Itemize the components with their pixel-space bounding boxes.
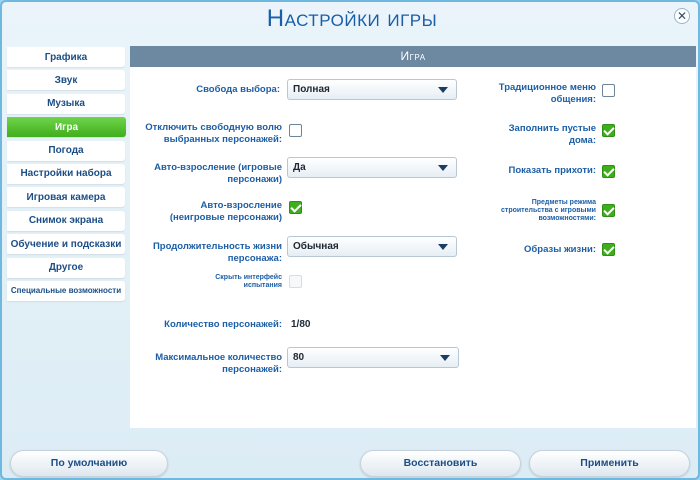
chevron-down-icon	[438, 244, 448, 250]
sidebar-item-music[interactable]: Музыка	[7, 93, 125, 114]
window-title: Настройки игры	[266, 5, 438, 32]
auto-aging-played-label: Авто-взросление (игровые персонажи)	[154, 162, 282, 185]
disable-free-will-label: Отключить свободную волю выбранных персо…	[145, 122, 282, 145]
sidebar-item-camera[interactable]: Игровая камера	[7, 187, 125, 208]
traditional-menu-label: Традиционное меню общения:	[498, 82, 596, 105]
sidebar-item-sound[interactable]: Звук	[7, 70, 125, 91]
default-button[interactable]: По умолчанию	[10, 450, 168, 477]
lifestyles-label: Образы жизни:	[524, 244, 596, 255]
traditional-menu-checkbox[interactable]	[602, 84, 615, 97]
sidebar-item-screenshot[interactable]: Снимок экрана	[7, 210, 125, 231]
apply-button[interactable]: Применить	[529, 450, 690, 477]
free-will-label: Свобода выбора:	[196, 84, 280, 95]
game-settings-panel: Игра Свобода выбора: Полная Отключить св…	[130, 46, 696, 428]
chevron-down-icon	[440, 355, 450, 361]
disable-free-will-checkbox[interactable]	[289, 124, 302, 137]
sidebar-item-tutorial[interactable]: Обучение и подсказки	[7, 234, 125, 255]
free-will-value: Полная	[293, 84, 330, 95]
auto-aging-unplayed-label: Авто-взросление (неигровые персонажи)	[169, 200, 282, 223]
auto-aging-played-select[interactable]: Да	[287, 157, 457, 178]
restore-button[interactable]: Восстановить	[360, 450, 521, 477]
fill-empty-houses-checkbox[interactable]	[602, 124, 615, 137]
sidebar-item-game[interactable]: Игра	[7, 117, 126, 138]
fill-empty-houses-label: Заполнить пустые дома:	[508, 123, 596, 146]
sidebar-item-other[interactable]: Другое	[7, 257, 125, 278]
build-items-checkbox[interactable]	[602, 204, 615, 217]
lifespan-select[interactable]: Обычная	[287, 236, 457, 257]
hide-test-ui-label: Скрыть интерфейс испытания	[215, 274, 282, 289]
build-items-label: Предметы режима строительства с игровыми…	[501, 199, 596, 222]
chevron-down-icon	[438, 87, 448, 93]
close-icon[interactable]: ✕	[674, 8, 690, 24]
sidebar-item-graphics[interactable]: Графика	[7, 47, 125, 67]
show-whims-checkbox[interactable]	[602, 165, 615, 178]
lifespan-value: Обычная	[293, 241, 339, 252]
free-will-select[interactable]: Полная	[287, 79, 457, 100]
sidebar-item-pack-settings[interactable]: Настройки набора	[7, 163, 125, 184]
lifespan-label: Продолжительность жизни персонажа:	[152, 241, 282, 264]
footer: По умолчанию Восстановить Применить	[2, 442, 698, 478]
sidebar-item-weather[interactable]: Погода	[7, 140, 125, 161]
auto-aging-played-value: Да	[293, 162, 306, 173]
sim-count-value: 1/80	[291, 319, 311, 330]
auto-aging-unplayed-checkbox[interactable]	[289, 201, 302, 214]
max-sims-value: 80	[293, 352, 305, 363]
max-sims-label: Максимальное количество персонажей:	[155, 352, 282, 375]
show-whims-label: Показать прихоти:	[508, 165, 596, 176]
settings-window: Настройки игры ✕ Графика Звук Музыка Игр…	[0, 0, 700, 480]
max-sims-select[interactable]: 80	[287, 347, 459, 368]
lifestyles-checkbox[interactable]	[602, 243, 615, 256]
sidebar-item-accessibility[interactable]: Специальные возможности	[7, 280, 125, 301]
sim-count-label: Количество персонажей:	[164, 319, 282, 330]
panel-header: Игра	[130, 46, 696, 67]
chevron-down-icon	[438, 165, 448, 171]
hide-test-ui-checkbox[interactable]	[289, 275, 302, 288]
sidebar: Графика Звук Музыка Игра Погода Настройк…	[7, 47, 126, 304]
